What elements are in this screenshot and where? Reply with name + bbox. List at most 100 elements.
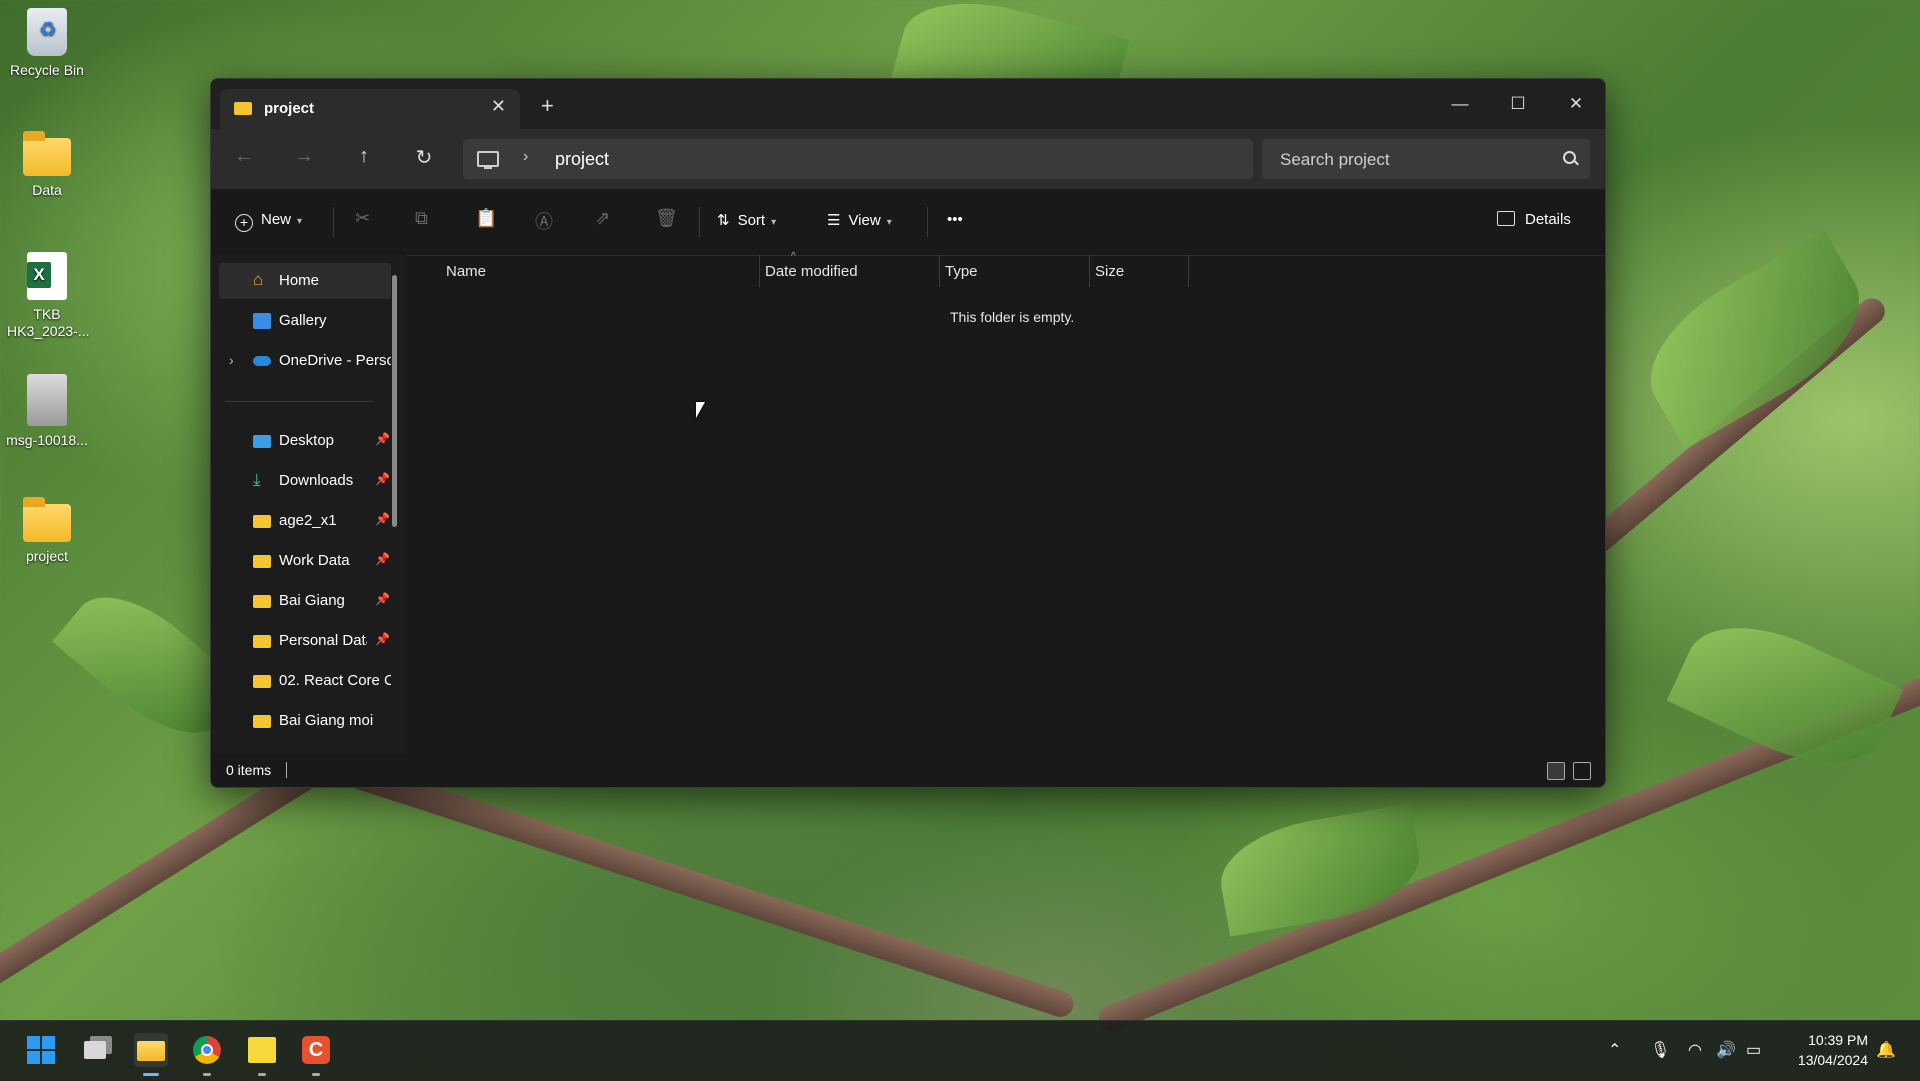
folder-icon	[253, 675, 271, 688]
share-button[interactable]: ⇗	[595, 208, 610, 229]
sidebar-item-label: OneDrive - Perso	[279, 352, 391, 369]
sidebar-item-bai-giang[interactable]: Bai Giang 📌	[219, 583, 391, 619]
active-indicator	[143, 1073, 159, 1076]
show-hidden-icons-button[interactable]: ⌃	[1608, 1040, 1621, 1060]
folder-icon	[23, 131, 71, 176]
details-view-button[interactable]	[1547, 762, 1565, 780]
column-divider[interactable]	[939, 255, 940, 287]
details-pane-icon	[1497, 211, 1515, 226]
folder-icon	[253, 595, 271, 608]
sidebar-item-label: 02. React Core C	[279, 672, 391, 689]
tab-project[interactable]: project ✕	[220, 89, 520, 129]
windows-logo-icon	[27, 1036, 55, 1064]
desktop-icon-recycle-bin[interactable]: ♻ Recycle Bin	[4, 8, 90, 79]
view-button[interactable]: ☰ View ▾	[827, 211, 892, 229]
chevron-right-icon[interactable]: ›	[229, 352, 234, 368]
close-window-button[interactable]: ✕	[1553, 87, 1599, 121]
branch-decor	[345, 760, 1077, 1021]
divider	[225, 401, 373, 402]
sort-button[interactable]: ⇅ Sort ▾	[717, 211, 776, 229]
pin-icon: 📌	[375, 432, 390, 446]
desktop-icon-label: TKB HK3_2023-...	[7, 306, 90, 339]
desktop-icon-data[interactable]: Data	[4, 130, 90, 199]
address-bar[interactable]: › project	[463, 139, 1253, 179]
battery-icon[interactable]: ▭	[1746, 1040, 1761, 1060]
breadcrumb-project[interactable]: project	[555, 149, 609, 170]
empty-folder-message: This folder is empty.	[950, 309, 1075, 325]
desktop-icon-image-file[interactable]: msg-10018...	[4, 374, 90, 449]
column-header-type[interactable]: Type	[945, 263, 978, 280]
notifications-icon[interactable]: 🔔	[1876, 1040, 1896, 1060]
chrome-icon	[193, 1036, 221, 1064]
sort-indicator-icon: ^	[791, 251, 796, 262]
details-pane-button[interactable]: Details	[1497, 211, 1571, 228]
delete-button[interactable]: 🗑	[655, 208, 678, 229]
clock[interactable]: 10:39 PM 13/04/2024	[1798, 1030, 1868, 1070]
refresh-button[interactable]: ↻	[409, 145, 439, 170]
sidebar-scrollbar[interactable]	[392, 275, 397, 527]
wifi-icon[interactable]: ◠	[1688, 1040, 1702, 1060]
sidebar-item-home[interactable]: ⌂ Home	[219, 263, 391, 299]
divider	[286, 762, 287, 778]
rename-button[interactable]: Ⓐ	[535, 208, 553, 234]
sidebar-item-age2-x1[interactable]: age2_x1 📌	[219, 503, 391, 539]
volume-icon[interactable]: 🔊	[1716, 1040, 1736, 1060]
sidebar-item-bai-giang-moi[interactable]: Bai Giang moi	[219, 703, 391, 739]
search-input[interactable]: Search project	[1262, 139, 1590, 179]
microphone-icon[interactable]: 🎙	[1650, 1040, 1670, 1060]
desktop-icon-excel-file[interactable]: X TKB HK3_2023-...	[4, 252, 90, 340]
column-divider[interactable]	[1188, 255, 1189, 287]
sticky-notes-taskbar-button[interactable]	[245, 1033, 279, 1067]
task-view-button[interactable]	[80, 1033, 114, 1067]
clock-date: 13/04/2024	[1797, 1052, 1868, 1068]
column-divider[interactable]	[759, 255, 760, 287]
this-pc-icon[interactable]	[477, 151, 499, 169]
new-tab-button[interactable]: +	[541, 93, 554, 119]
start-button[interactable]	[24, 1033, 58, 1067]
maximize-button[interactable]: ☐	[1495, 87, 1541, 121]
mouse-cursor	[696, 402, 705, 418]
sidebar-item-work-data[interactable]: Work Data 📌	[219, 543, 391, 579]
copy-button[interactable]: ⧉	[415, 208, 428, 229]
sidebar-item-personal-data[interactable]: Personal Data 📌	[219, 623, 391, 659]
desktop-icon-label: msg-10018...	[6, 432, 88, 448]
new-button[interactable]: + New ▾	[235, 211, 302, 232]
forward-button[interactable]: →	[289, 145, 319, 168]
pin-icon: 📌	[375, 632, 390, 646]
sidebar-item-desktop[interactable]: Desktop 📌	[219, 423, 391, 459]
sort-icon: ⇅	[717, 212, 730, 229]
sidebar-item-onedrive[interactable]: › OneDrive - Perso	[219, 343, 391, 379]
large-icons-view-button[interactable]	[1573, 762, 1591, 780]
new-label: New	[261, 211, 292, 228]
minimize-button[interactable]: —	[1437, 87, 1483, 121]
chevron-down-icon: ▾	[771, 217, 777, 228]
desktop-icon-label: project	[25, 548, 69, 564]
column-header-size[interactable]: Size	[1095, 263, 1124, 280]
chrome-taskbar-button[interactable]	[190, 1033, 224, 1067]
sidebar-item-gallery[interactable]: Gallery	[219, 303, 391, 339]
divider	[699, 207, 700, 237]
cut-button[interactable]: ✂	[355, 208, 370, 229]
divider	[927, 207, 928, 237]
back-button[interactable]: ←	[229, 145, 259, 168]
column-divider[interactable]	[1089, 255, 1090, 287]
sidebar-item-label: Bai Giang moi	[279, 712, 374, 729]
sidebar-item-react-core[interactable]: 02. React Core C	[219, 663, 391, 699]
sidebar-item-downloads[interactable]: ⤓ Downloads 📌	[219, 463, 391, 499]
image-file-icon	[27, 374, 67, 426]
close-tab-icon[interactable]: ✕	[491, 96, 506, 117]
up-button[interactable]: ↑	[349, 145, 379, 168]
divider	[333, 207, 334, 237]
explorer-body: ⌂ Home Gallery › OneDrive - Perso Deskto…	[211, 251, 1605, 753]
folder-icon	[234, 102, 252, 115]
app-taskbar-button[interactable]: C	[299, 1033, 333, 1067]
paste-button[interactable]: 📋	[475, 208, 497, 229]
folder-icon	[253, 555, 271, 568]
leaf-decor	[1666, 600, 1904, 790]
chevron-right-icon[interactable]: ›	[523, 148, 528, 166]
more-options-button[interactable]: •••	[947, 211, 963, 228]
column-header-name[interactable]: Name	[446, 263, 486, 280]
desktop-icon-project[interactable]: project	[4, 496, 90, 565]
file-explorer-taskbar-button[interactable]	[134, 1033, 168, 1067]
column-header-date-modified[interactable]: Date modified	[765, 263, 858, 280]
